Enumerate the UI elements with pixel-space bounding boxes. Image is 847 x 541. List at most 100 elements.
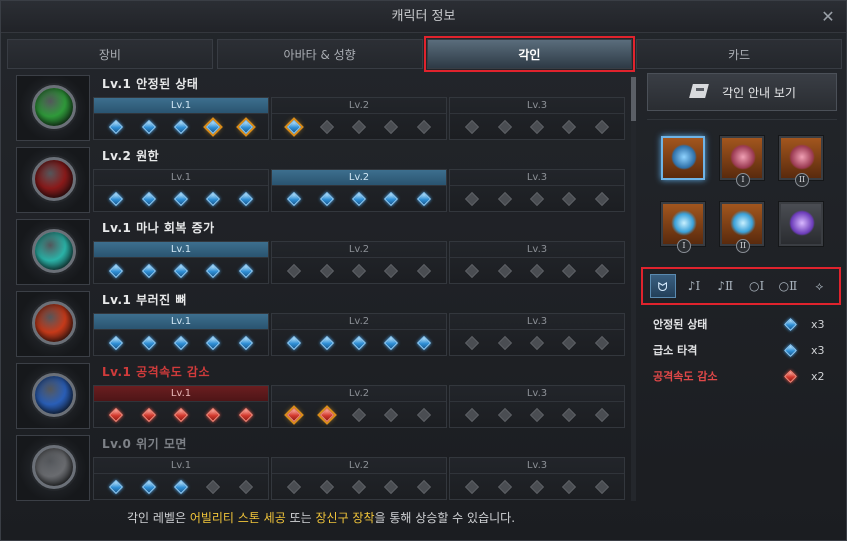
necklace-slot[interactable] bbox=[661, 136, 705, 180]
level-segment: Lv.1 bbox=[93, 169, 269, 212]
engraving-row[interactable]: Lv.1 부러진 뼈 Lv.1 Lv.2 Lv.3 bbox=[13, 289, 631, 357]
filter-ring-2-icon[interactable]: ○Ⅱ bbox=[775, 274, 801, 298]
level-label: Lv.2 bbox=[272, 386, 446, 402]
level-segment: Lv.2 bbox=[271, 97, 447, 140]
level-bar: Lv.1 Lv.2 Lv.3 bbox=[93, 311, 627, 357]
engraving-point-gem-icon bbox=[562, 335, 577, 351]
engraving-point-gem-icon bbox=[465, 407, 480, 423]
engraving-point-gem-icon bbox=[238, 407, 253, 423]
engraving-row[interactable]: Lv.1 공격속도 감소 Lv.1 Lv.2 Lv.3 bbox=[13, 361, 631, 429]
engraving-row[interactable]: Lv.0 위기 모면 Lv.1 Lv.2 Lv.3 bbox=[13, 433, 631, 501]
engraving-point-gem-icon bbox=[384, 119, 399, 135]
engraving-point-gem-icon bbox=[594, 479, 609, 495]
character-info-window: 캐릭터 정보 ✕ 장비 아바타 & 성향 각인 카드 Lv.1 안정된 상태 Lv… bbox=[0, 0, 847, 541]
close-icon[interactable]: ✕ bbox=[818, 7, 838, 27]
level-segment: Lv.2 bbox=[271, 385, 447, 428]
filter-earring-1-icon[interactable]: ♪Ⅰ bbox=[681, 274, 707, 298]
gem-group bbox=[94, 330, 268, 356]
engraving-point-gem-icon bbox=[287, 335, 302, 351]
engraving-list: Lv.1 안정된 상태 Lv.1 Lv.2 Lv.3 Lv.2 원한 Lv.1 Lv.2 Lv… bbox=[13, 73, 635, 503]
engraving-point-gem-icon bbox=[287, 191, 302, 207]
level-label: Lv.3 bbox=[450, 386, 624, 402]
engraving-point-gem-icon bbox=[287, 263, 302, 279]
engraving-medallion bbox=[16, 147, 90, 213]
engraving-point-gem-icon bbox=[351, 191, 367, 207]
engraving-point-gem-icon bbox=[384, 479, 399, 495]
engraving-icon bbox=[32, 301, 76, 345]
filter-ring-1-icon[interactable]: ○Ⅰ bbox=[744, 274, 770, 298]
footer-highlight-stone: 어빌리티 스톤 세공 bbox=[189, 511, 286, 525]
effect-name: 공격속도 감소 bbox=[653, 370, 718, 383]
effect-name: 급소 타격 bbox=[653, 344, 698, 357]
scrollbar[interactable] bbox=[631, 75, 636, 501]
gem-group bbox=[450, 330, 624, 356]
gem-group bbox=[450, 186, 624, 212]
engraving-medallion bbox=[16, 291, 90, 357]
ring-slot-1[interactable]: I bbox=[661, 202, 705, 253]
engraving-point-gem-icon bbox=[529, 191, 545, 207]
engraving-point-gem-icon bbox=[319, 119, 334, 135]
engraving-point-gem-icon bbox=[173, 119, 189, 135]
engraving-point-gem-icon bbox=[206, 119, 221, 135]
engraving-point-gem-icon bbox=[109, 119, 124, 135]
engraving-icon bbox=[32, 157, 76, 201]
level-label: Lv.3 bbox=[450, 314, 624, 330]
ability-stone-icon bbox=[789, 210, 815, 236]
engraving-point-gem-icon bbox=[173, 263, 189, 279]
tab-card[interactable]: 카드 bbox=[636, 39, 842, 69]
engraving-point-gem-icon bbox=[206, 479, 221, 495]
slot-number-badge: I bbox=[677, 239, 691, 253]
effect-row: 공격속도 감소 x2 bbox=[653, 363, 831, 389]
engraving-guide-button[interactable]: 각인 안내 보기 bbox=[647, 73, 837, 111]
engraving-row[interactable]: Lv.1 안정된 상태 Lv.1 Lv.2 Lv.3 bbox=[13, 73, 631, 141]
engraving-point-gem-icon bbox=[287, 479, 302, 495]
engraving-point-gem-icon bbox=[141, 263, 156, 279]
tab-engraving[interactable]: 각인 bbox=[423, 36, 636, 72]
level-segment: Lv.3 bbox=[449, 313, 625, 356]
level-label: Lv.1 bbox=[94, 242, 268, 258]
gem-group bbox=[94, 258, 268, 284]
engraving-point-gem-icon bbox=[497, 119, 512, 135]
engraving-point-gem-icon bbox=[173, 191, 189, 207]
gem-group bbox=[94, 474, 268, 500]
filter-necklace-icon[interactable]: ᗢ bbox=[649, 274, 676, 298]
engraving-row[interactable]: Lv.1 마나 회복 증가 Lv.1 Lv.2 Lv.3 bbox=[13, 217, 631, 285]
engraving-title: Lv.1 부러진 뼈 bbox=[102, 293, 187, 307]
tab-bar: 장비 아바타 & 성향 각인 카드 bbox=[7, 36, 842, 72]
footer-mid: 또는 bbox=[285, 511, 316, 525]
engraving-point-gem-icon bbox=[562, 263, 577, 279]
effect-row: 안정된 상태 x3 bbox=[653, 311, 831, 337]
ability-stone-slot[interactable] bbox=[779, 202, 823, 246]
level-bar: Lv.1 Lv.2 Lv.3 bbox=[93, 95, 627, 141]
engraving-title: Lv.1 안정된 상태 bbox=[102, 77, 199, 91]
earring-slot-2[interactable]: II bbox=[779, 136, 823, 187]
ring-slot-2[interactable]: II bbox=[720, 202, 764, 253]
engraving-point-gem-icon bbox=[497, 407, 512, 423]
gem-group bbox=[272, 402, 446, 428]
engraving-point-gem-icon bbox=[416, 191, 431, 207]
level-label: Lv.1 bbox=[94, 386, 268, 402]
engraving-point-gem-icon bbox=[141, 479, 156, 495]
level-label: Lv.1 bbox=[94, 314, 268, 330]
level-label: Lv.3 bbox=[450, 98, 624, 114]
level-bar: Lv.1 Lv.2 Lv.3 bbox=[93, 167, 627, 213]
filter-stone-icon[interactable]: ⟡ bbox=[806, 274, 832, 298]
engraving-point-gem-icon bbox=[319, 335, 334, 351]
level-segment: Lv.3 bbox=[449, 385, 625, 428]
gem-group bbox=[272, 474, 446, 500]
tab-equipment[interactable]: 장비 bbox=[7, 39, 213, 69]
level-segment: Lv.2 bbox=[271, 241, 447, 284]
earring-slot-1[interactable]: I bbox=[720, 136, 764, 187]
engraving-icon bbox=[32, 229, 76, 273]
engraving-point-gem-icon bbox=[529, 335, 545, 351]
scroll-thumb[interactable] bbox=[631, 77, 636, 121]
engraving-row[interactable]: Lv.2 원한 Lv.1 Lv.2 Lv.3 bbox=[13, 145, 631, 213]
filter-earring-2-icon[interactable]: ♪Ⅱ bbox=[712, 274, 738, 298]
gem-group bbox=[272, 186, 446, 212]
side-panel: 각인 안내 보기 I II I II ᗢ ♪Ⅰ ♪Ⅱ ○Ⅰ ○Ⅱ ⟡ 안정된 상태 x3 급소 타격… bbox=[641, 73, 841, 533]
tab-avatar-tendency[interactable]: 아바타 & 성향 bbox=[216, 39, 423, 69]
effect-gem-icon bbox=[784, 317, 797, 331]
engraving-point-gem-icon bbox=[206, 407, 221, 423]
engraving-point-gem-icon bbox=[497, 263, 512, 279]
gem-group bbox=[450, 258, 624, 284]
